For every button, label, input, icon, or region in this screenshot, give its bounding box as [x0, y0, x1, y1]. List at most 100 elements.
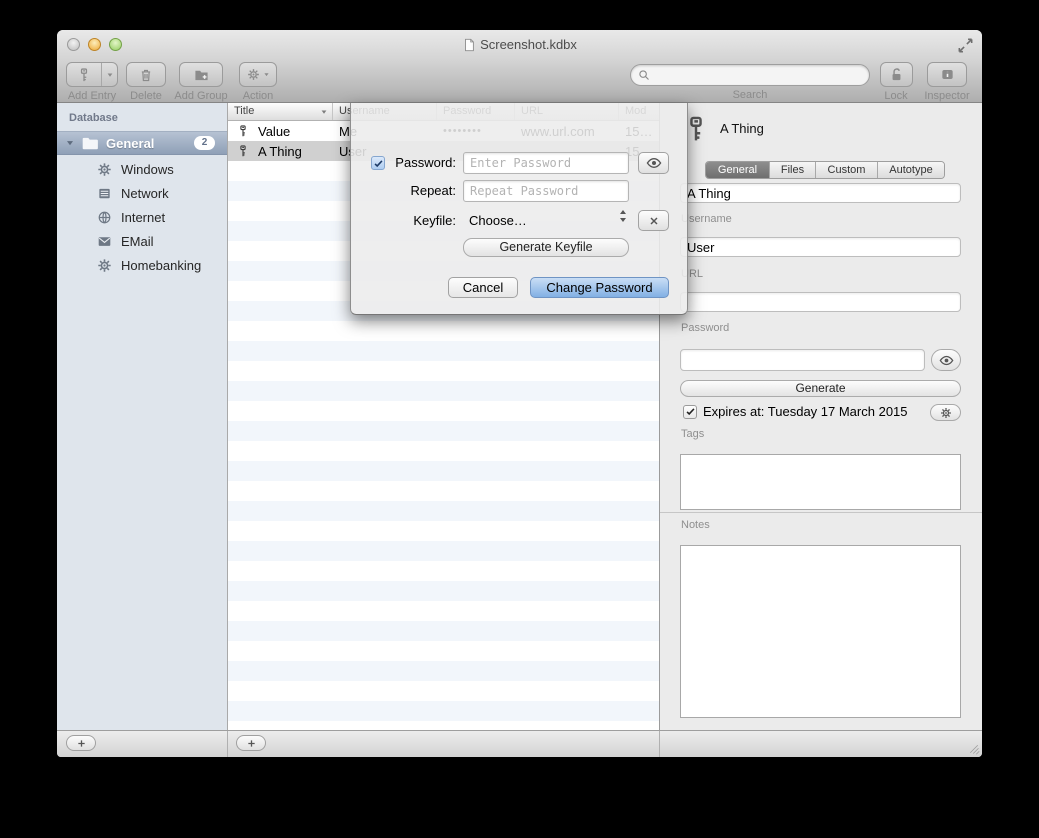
inspector-tabs: General Files Custom Autotype [705, 161, 945, 179]
info-icon [940, 67, 955, 82]
dialog-repeat-label: Repeat: [356, 183, 456, 198]
inspector-divider [660, 512, 982, 513]
tags-label: Tags [681, 428, 704, 440]
sort-indicator-icon [320, 108, 328, 116]
stepper-arrows-icon[interactable] [619, 208, 627, 224]
clear-keyfile-button[interactable] [638, 210, 669, 231]
dialog-password-label: Password: [356, 155, 456, 170]
url-field[interactable] [680, 292, 961, 312]
toolbar-item-search: Search [630, 62, 870, 101]
dialog-reveal-password-button[interactable] [638, 152, 669, 174]
tags-field[interactable] [680, 454, 961, 510]
add-group-button[interactable] [179, 62, 223, 87]
lock-button[interactable] [880, 62, 913, 87]
add-entry-dropdown[interactable] [101, 63, 117, 86]
envelope-icon [97, 234, 112, 249]
generate-keyfile-button[interactable]: Generate Keyfile [463, 238, 629, 257]
change-password-button[interactable]: Change Password [530, 277, 669, 298]
reveal-password-button[interactable] [931, 349, 961, 371]
keyfile-popup[interactable]: Choose… [469, 213, 527, 228]
search-field[interactable] [630, 64, 870, 86]
folder-icon [81, 134, 99, 152]
dialog-keyfile-label: Keyfile: [356, 213, 456, 228]
sidebar-item-email[interactable]: EMail [57, 229, 227, 253]
add-entry-plus-button[interactable] [236, 735, 266, 751]
change-password-dialog: Password: Repeat: Keyfile: Choose… Gener… [350, 103, 688, 315]
expires-options-button[interactable] [930, 404, 961, 421]
search-input[interactable] [654, 68, 854, 82]
sidebar: Database General 2 Windows Network In [57, 103, 228, 730]
cancel-button[interactable]: Cancel [448, 277, 518, 298]
add-entry-button[interactable] [66, 62, 118, 87]
sidebar-group-general[interactable]: General 2 [57, 131, 227, 155]
divider [659, 731, 660, 757]
sidebar-item-label: Network [121, 186, 169, 201]
delete-label: Delete [123, 90, 169, 102]
title-bar[interactable]: Screenshot.kdbx [57, 30, 982, 60]
tab-custom[interactable]: Custom [816, 162, 878, 178]
search-icon [638, 69, 650, 81]
disclosure-triangle-icon[interactable] [65, 138, 75, 148]
password-label: Password [681, 322, 729, 334]
username-field[interactable] [680, 237, 961, 257]
tab-general[interactable]: General [706, 162, 770, 178]
divider [227, 731, 228, 757]
sidebar-item-windows[interactable]: Windows [57, 157, 227, 181]
tab-files[interactable]: Files [770, 162, 816, 178]
eye-icon [939, 353, 954, 368]
inspector-label: Inspector [923, 90, 971, 102]
tab-autotype[interactable]: Autotype [878, 162, 944, 178]
sidebar-item-network[interactable]: Network [57, 181, 227, 205]
bottom-bar [57, 730, 982, 757]
sidebar-group-badge: 2 [194, 136, 215, 150]
key-icon [77, 68, 91, 82]
password-field[interactable] [680, 349, 925, 371]
chevron-down-icon [106, 71, 114, 79]
notes-field[interactable] [680, 545, 961, 718]
folder-plus-icon [194, 67, 209, 82]
x-icon [648, 215, 660, 227]
sidebar-group-label: General [106, 136, 154, 151]
dialog-repeat-input[interactable] [463, 180, 629, 202]
gear-icon [247, 68, 260, 81]
toolbar-item-add-entry: Add Entry [63, 62, 121, 102]
gear-icon [940, 407, 952, 419]
lock-open-icon [889, 67, 904, 82]
dialog-password-input[interactable] [463, 152, 629, 174]
generate-button[interactable]: Generate [680, 380, 961, 397]
column-header-title[interactable]: Title [228, 103, 333, 120]
sidebar-item-internet[interactable]: Internet [57, 205, 227, 229]
gear-icon [97, 258, 112, 273]
server-icon [97, 186, 112, 201]
toolbar-item-lock: Lock [877, 62, 915, 102]
inspector-panel: A Thing General Files Custom Autotype Us… [659, 103, 982, 730]
username-label: Username [681, 213, 732, 225]
title-field[interactable] [680, 183, 961, 203]
gear-icon [97, 162, 112, 177]
key-icon [237, 125, 249, 137]
key-icon [237, 145, 249, 157]
toolbar-item-inspector: Inspector [923, 62, 971, 102]
notes-label: Notes [681, 519, 710, 531]
plus-icon [246, 738, 257, 749]
action-label: Action [235, 90, 281, 102]
delete-button[interactable] [126, 62, 166, 87]
eye-icon [646, 155, 662, 171]
resize-grip-icon[interactable] [968, 743, 980, 755]
sidebar-item-label: Windows [121, 162, 174, 177]
trash-icon [139, 68, 153, 82]
sidebar-item-label: EMail [121, 234, 154, 249]
fullscreen-icon[interactable] [957, 37, 974, 54]
window-title: Screenshot.kdbx [57, 37, 982, 52]
add-group-label: Add Group [171, 90, 231, 102]
search-label: Search [630, 89, 870, 101]
inspector-entry-title: A Thing [720, 121, 764, 136]
action-button[interactable] [239, 62, 277, 87]
expires-checkbox[interactable] [683, 405, 697, 419]
toolbar: Add Entry Delete Add Group Action [57, 60, 982, 103]
inspector-button[interactable] [927, 62, 967, 87]
sidebar-item-label: Homebanking [121, 258, 201, 273]
expires-row: Expires at: Tuesday 17 March 2015 [683, 404, 908, 419]
sidebar-item-homebanking[interactable]: Homebanking [57, 253, 227, 277]
add-group-plus-button[interactable] [66, 735, 96, 751]
